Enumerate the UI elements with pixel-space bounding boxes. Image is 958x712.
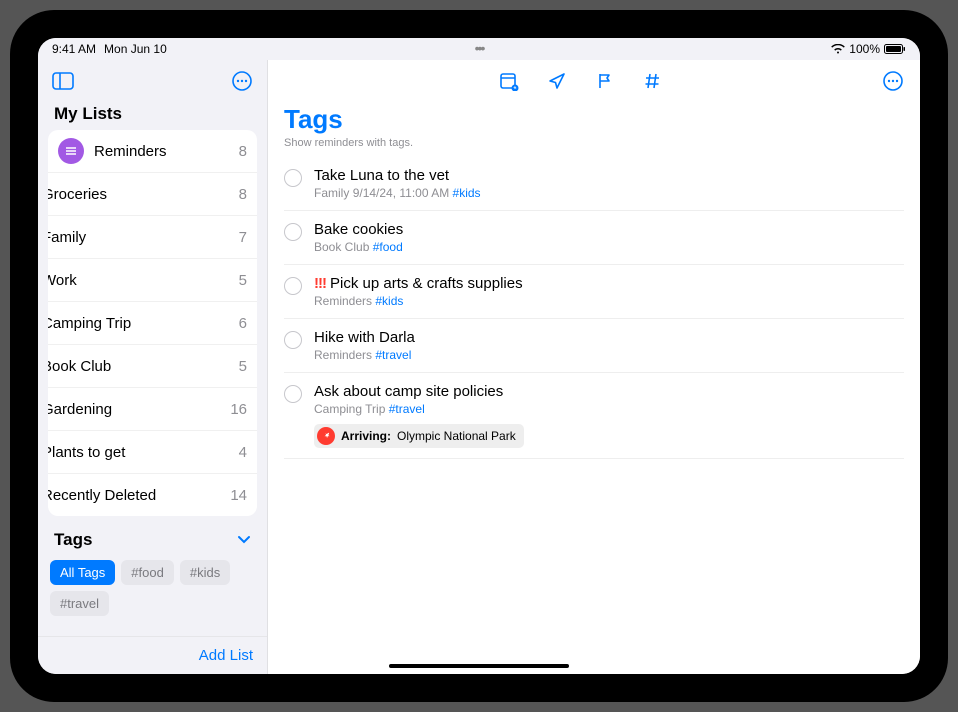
location-name: Olympic National Park xyxy=(397,429,516,443)
list-count: 8 xyxy=(239,186,247,203)
reminder-title-text: Hike with Darla xyxy=(314,329,415,346)
list-name: Work xyxy=(48,272,229,289)
list-count: 14 xyxy=(230,487,247,504)
reminder-list-name: Book Club xyxy=(314,240,369,254)
sidebar: My Lists Reminders 8 Groceries 8 Family … xyxy=(38,60,268,674)
reminder-title-text: Pick up arts & crafts supplies xyxy=(330,275,523,292)
reminder-item[interactable]: !!! Pick up arts & crafts supplies Remin… xyxy=(284,264,904,318)
sidebar-list-item[interactable]: Groceries 8 xyxy=(48,172,257,215)
sidebar-list-item[interactable]: Recently Deleted 14 xyxy=(48,473,257,516)
reminder-title-text: Take Luna to the vet xyxy=(314,167,449,184)
reminder-tag[interactable]: #travel xyxy=(389,402,425,416)
multitask-dots-icon[interactable]: ••• xyxy=(475,40,484,56)
list-count: 5 xyxy=(239,272,247,289)
sidebar-list-item[interactable]: Book Club 5 xyxy=(48,344,257,387)
reminders-list: Take Luna to the vet Family 9/14/24, 11:… xyxy=(268,157,920,459)
wifi-icon xyxy=(831,44,845,54)
list-count: 7 xyxy=(239,229,247,246)
list-name: Groceries xyxy=(48,186,229,203)
tag-chip[interactable]: #travel xyxy=(50,591,109,616)
list-count: 4 xyxy=(239,444,247,461)
reminder-item[interactable]: Hike with Darla Reminders #travel xyxy=(284,318,904,372)
reminder-checkbox[interactable] xyxy=(284,223,302,241)
list-count: 6 xyxy=(239,315,247,332)
sidebar-list-item[interactable]: Reminders 8 xyxy=(48,130,257,172)
my-lists-title: My Lists xyxy=(48,98,257,130)
more-options-icon[interactable] xyxy=(229,68,255,94)
status-time: 9:41 AM xyxy=(52,42,96,56)
reminder-list-name: Family xyxy=(314,186,349,200)
sidebar-list-item[interactable]: Family 7 xyxy=(48,215,257,258)
list-name: Plants to get xyxy=(48,444,229,461)
reminder-checkbox[interactable] xyxy=(284,169,302,187)
flag-icon[interactable] xyxy=(592,68,618,94)
tags-section-title: Tags xyxy=(54,530,92,550)
list-name: Reminders xyxy=(94,143,229,160)
reminder-checkbox[interactable] xyxy=(284,331,302,349)
list-name: Camping Trip xyxy=(48,315,229,332)
sidebar-list-item[interactable]: Gardening 16 xyxy=(48,387,257,430)
list-count: 5 xyxy=(239,358,247,375)
list-name: Gardening xyxy=(48,401,220,418)
lists-group: Reminders 8 Groceries 8 Family 7 Work 5 … xyxy=(48,130,257,516)
add-list-button[interactable]: Add List xyxy=(38,636,267,674)
tag-chip[interactable]: #food xyxy=(121,560,174,585)
more-icon[interactable] xyxy=(880,68,906,94)
home-indicator[interactable] xyxy=(389,664,569,668)
status-date: Mon Jun 10 xyxy=(104,42,167,56)
sidebar-list-item[interactable]: Plants to get 4 xyxy=(48,430,257,473)
list-name: Family xyxy=(48,229,229,246)
page-subtitle: Show reminders with tags. xyxy=(268,137,920,157)
chevron-down-icon[interactable] xyxy=(237,531,251,549)
reminder-list-name: Reminders xyxy=(314,294,372,308)
reminder-tag[interactable]: #kids xyxy=(375,294,403,308)
reminder-tag[interactable]: #food xyxy=(373,240,403,254)
reminder-list-name: Camping Trip xyxy=(314,402,385,416)
list-count: 8 xyxy=(239,143,247,160)
tag-chips: All Tags#food#kids #travel xyxy=(48,554,257,622)
location-pin-icon xyxy=(317,427,335,445)
reminder-item[interactable]: Take Luna to the vet Family 9/14/24, 11:… xyxy=(284,157,904,210)
battery-percent: 100% xyxy=(849,42,880,56)
sidebar-toggle-icon[interactable] xyxy=(50,68,76,94)
reminder-item[interactable]: Bake cookies Book Club #food xyxy=(284,210,904,264)
hashtag-icon[interactable] xyxy=(640,68,666,94)
reminder-tag[interactable]: #kids xyxy=(453,186,481,200)
reminder-datetime: 9/14/24, 11:00 AM xyxy=(353,186,450,200)
main-content: + xyxy=(268,60,920,674)
sidebar-list-item[interactable]: Camping Trip 6 xyxy=(48,301,257,344)
battery-icon xyxy=(884,44,906,54)
list-name: Book Club xyxy=(48,358,229,375)
list-name: Recently Deleted xyxy=(48,487,220,504)
status-bar: 9:41 AM Mon Jun 10 ••• 100% xyxy=(38,38,920,60)
reminder-checkbox[interactable] xyxy=(284,385,302,403)
svg-text:+: + xyxy=(513,86,516,92)
tag-chip[interactable]: #kids xyxy=(180,560,230,585)
list-icon xyxy=(58,138,84,164)
list-count: 16 xyxy=(230,401,247,418)
reminder-item[interactable]: Ask about camp site policies Camping Tri… xyxy=(284,372,904,459)
reminder-list-name: Reminders xyxy=(314,348,372,362)
calendar-icon[interactable]: + xyxy=(496,68,522,94)
page-title: Tags xyxy=(268,96,920,137)
location-label: Arriving: xyxy=(341,429,391,443)
priority-indicator: !!! xyxy=(314,275,326,292)
reminder-title-text: Ask about camp site policies xyxy=(314,383,503,400)
tag-chip[interactable]: All Tags xyxy=(50,560,115,585)
reminder-tag[interactable]: #travel xyxy=(375,348,411,362)
location-icon[interactable] xyxy=(544,68,570,94)
reminder-title-text: Bake cookies xyxy=(314,221,403,238)
reminder-checkbox[interactable] xyxy=(284,277,302,295)
sidebar-list-item[interactable]: Work 5 xyxy=(48,258,257,301)
location-chip[interactable]: Arriving: Olympic National Park xyxy=(314,424,524,448)
